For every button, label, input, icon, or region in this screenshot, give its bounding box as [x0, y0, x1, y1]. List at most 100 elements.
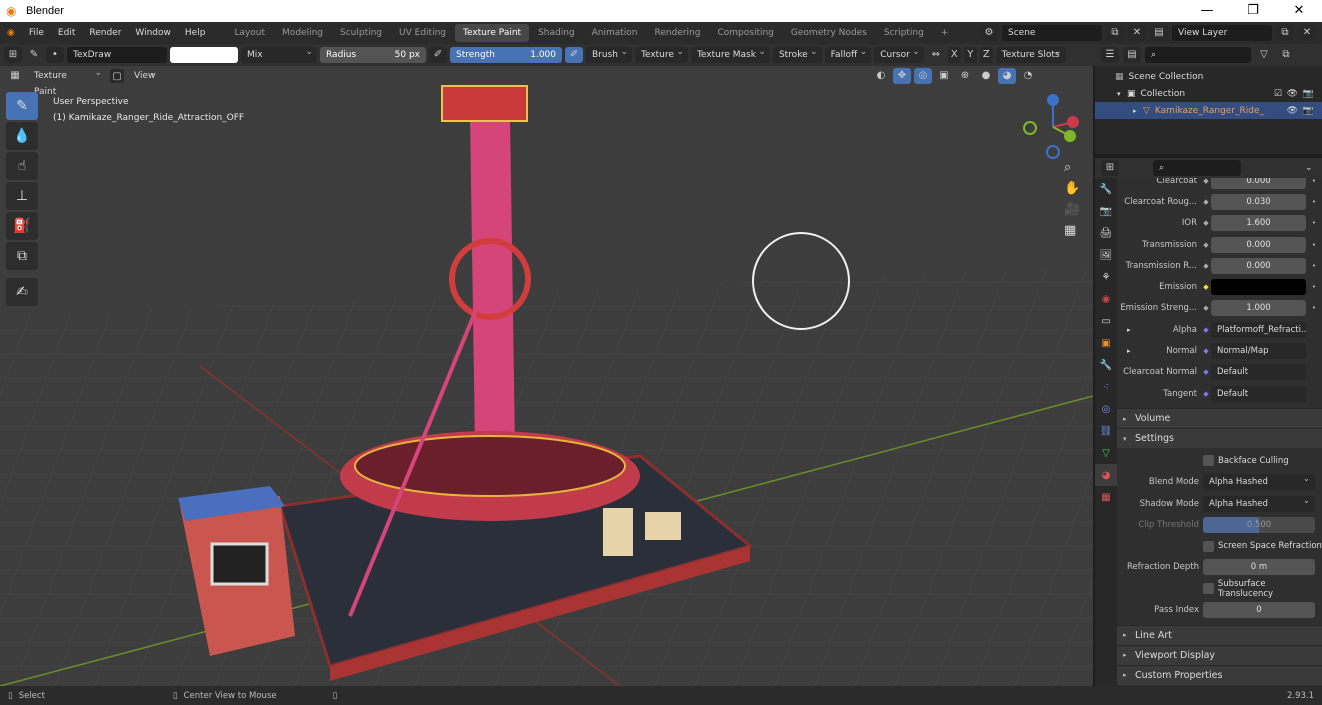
close-button[interactable]: ✕	[1276, 0, 1322, 22]
brush-color-swatch[interactable]	[170, 47, 238, 63]
exclude-checkbox[interactable]: ☑	[1274, 89, 1282, 99]
subsurface-translucency-checkbox[interactable]: Subsurface Translucency	[1117, 578, 1322, 599]
new-collection-icon[interactable]: ⧉	[1277, 47, 1295, 63]
minimize-button[interactable]: —	[1184, 0, 1230, 22]
tab-scripting[interactable]: Scripting	[876, 24, 932, 42]
camera-view-icon[interactable]: 🎥	[1064, 202, 1080, 217]
outliner-row-collection[interactable]: ▾ ▣ Collection ☑ 👁 📷	[1095, 85, 1322, 102]
mirror-z-toggle[interactable]: Z	[979, 47, 993, 63]
falloff-menu[interactable]: Falloff	[824, 44, 872, 63]
render-camera-icon[interactable]: 📷	[1303, 89, 1314, 99]
refraction-depth-field[interactable]: 0 m	[1203, 559, 1315, 576]
soften-tool-icon[interactable]: 💧	[6, 122, 38, 150]
backface-culling-checkbox[interactable]: Backface Culling	[1117, 450, 1322, 471]
mirror-x-toggle[interactable]: X	[947, 47, 961, 63]
tab-sculpting[interactable]: Sculpting	[332, 24, 390, 42]
view-layer-icon[interactable]: ▤	[1150, 25, 1168, 41]
outliner-row-object[interactable]: ▸ ▽ Kamikaze_Ranger_Ride_ 👁 📷	[1095, 102, 1322, 119]
navigation-gizmo[interactable]	[1018, 92, 1088, 162]
texture-mask-menu[interactable]: Texture Mask	[690, 44, 770, 63]
normal-link-field[interactable]: Normal/Map	[1211, 343, 1306, 360]
clearcoat-normal-field[interactable]: Default	[1211, 364, 1306, 381]
radius-pressure-icon[interactable]: ✐	[429, 47, 447, 63]
output-tab-icon[interactable]: 🖨	[1095, 222, 1117, 244]
section-volume[interactable]: ▸ Volume	[1117, 408, 1322, 429]
brush-icon[interactable]: ✎	[25, 47, 43, 63]
view-layer-selector[interactable]: View Layer	[1172, 25, 1272, 41]
visibility-eye-icon[interactable]: 👁	[1287, 106, 1298, 116]
strength-slider[interactable]: Strength 1.000	[450, 47, 562, 63]
stroke-menu[interactable]: Stroke	[772, 44, 822, 63]
texture-tab-icon[interactable]: ▦	[1095, 486, 1117, 508]
brush-menu[interactable]: Brush	[586, 44, 632, 63]
gizmo-z-axis[interactable]	[1047, 94, 1059, 106]
strength-pressure-icon[interactable]: ✐	[565, 47, 583, 63]
visibility-eye-icon[interactable]: 👁	[1287, 89, 1298, 99]
new-view-layer-icon[interactable]: ⧉	[1276, 25, 1294, 41]
tab-rendering[interactable]: Rendering	[647, 24, 709, 42]
menu-window[interactable]: Window	[128, 22, 178, 44]
gizmo-toggle-icon[interactable]: ✥	[893, 68, 911, 84]
new-scene-icon[interactable]: ⧉	[1106, 25, 1124, 41]
particles-tab-icon[interactable]: ⁖	[1095, 376, 1117, 398]
section-settings[interactable]: ▾ Settings	[1117, 428, 1322, 449]
physics-tab-icon[interactable]: ◎	[1095, 398, 1117, 420]
blend-mode-dropdown[interactable]: Mix	[241, 44, 317, 63]
tab-texture-paint[interactable]: Texture Paint	[454, 24, 530, 42]
emission-strength-field[interactable]: 1.000	[1211, 300, 1306, 317]
gizmo-neg-y[interactable]	[1023, 121, 1037, 135]
menu-help[interactable]: Help	[178, 22, 213, 44]
expand-arrow-icon[interactable]: ▸	[1133, 107, 1143, 115]
delete-view-layer-icon[interactable]: ✕	[1298, 25, 1316, 41]
delete-scene-icon[interactable]: ✕	[1128, 25, 1146, 41]
tab-animation[interactable]: Animation	[584, 24, 646, 42]
outliner-row-scene-collection[interactable]: ▦ Scene Collection	[1095, 68, 1322, 85]
expand-arrow-icon[interactable]: ▸	[1127, 347, 1131, 355]
shadow-mode-select[interactable]: Alpha Hashed	[1203, 493, 1315, 512]
texture-menu[interactable]: Texture	[634, 44, 688, 63]
texture-slots-menu[interactable]: Texture Slots	[995, 44, 1066, 63]
section-viewport-display[interactable]: ▸ Viewport Display	[1117, 644, 1322, 665]
zoom-view-icon[interactable]: ⌕	[1064, 160, 1080, 175]
tab-compositing[interactable]: Compositing	[709, 24, 781, 42]
modifier-tab-icon[interactable]: 🔧	[1095, 354, 1117, 376]
mask-tool-icon[interactable]: ⧉	[6, 242, 38, 270]
pass-index-field[interactable]: 0	[1203, 601, 1315, 618]
annotate-tool-icon[interactable]: ✍	[6, 278, 38, 306]
blender-menu-icon[interactable]: ◉	[0, 22, 22, 44]
xray-toggle-icon[interactable]: ▣	[935, 68, 953, 84]
smear-tool-icon[interactable]: ☝	[6, 152, 38, 180]
transmission-roughness-field[interactable]: 0.000	[1211, 257, 1306, 274]
tangent-field[interactable]: Default	[1211, 385, 1306, 402]
editor-type-icon[interactable]: ⊞	[4, 47, 22, 63]
emission-color-swatch[interactable]	[1211, 279, 1306, 296]
properties-search-input[interactable]: ⌕	[1153, 160, 1241, 176]
brush-preset-icon[interactable]: •	[46, 47, 64, 63]
render-tab-icon[interactable]: 📷	[1095, 200, 1117, 222]
clearcoat-field[interactable]: 0.000	[1211, 178, 1306, 189]
gizmo-y-axis[interactable]	[1064, 130, 1076, 142]
clearcoat-roughness-field[interactable]: 0.030	[1211, 193, 1306, 210]
add-workspace-button[interactable]: +	[933, 24, 957, 42]
expand-arrow-icon[interactable]: ▾	[1117, 90, 1127, 98]
expand-arrow-icon[interactable]: ▸	[1127, 326, 1131, 334]
clip-threshold-slider[interactable]: 0.500	[1203, 516, 1315, 533]
tab-modeling[interactable]: Modeling	[274, 24, 331, 42]
clone-tool-icon[interactable]: ⊥	[6, 182, 38, 210]
screen-space-refraction-checkbox[interactable]: Screen Space Refraction	[1117, 535, 1322, 556]
material-preview-shading-icon[interactable]: ◕	[998, 68, 1016, 84]
gizmo-x-axis[interactable]	[1067, 116, 1079, 128]
wireframe-shading-icon[interactable]: ⊕	[956, 68, 974, 84]
world-tab-icon[interactable]: ◉	[1095, 288, 1117, 310]
3d-viewport[interactable]: ▦ Texture Paint ▢ View ◐ ✥ ◎ ▣ ⊕ ● ◕ ◔ U…	[0, 66, 1093, 686]
tab-layout[interactable]: Layout	[226, 24, 273, 42]
outliner-editor-type-icon[interactable]: ☰	[1101, 47, 1119, 63]
alpha-link-field[interactable]: Platformoff_Refracti...	[1211, 321, 1306, 338]
properties-options-icon[interactable]: ⌄	[1305, 163, 1313, 173]
scene-tab-icon[interactable]: ⚘	[1095, 266, 1117, 288]
menu-edit[interactable]: Edit	[51, 22, 82, 44]
view-layer-tab-icon[interactable]: 🖼	[1095, 244, 1117, 266]
view-menu[interactable]: View	[128, 66, 161, 84]
ior-field[interactable]: 1.600	[1211, 215, 1306, 232]
filter-icon[interactable]: ▽	[1255, 47, 1273, 63]
